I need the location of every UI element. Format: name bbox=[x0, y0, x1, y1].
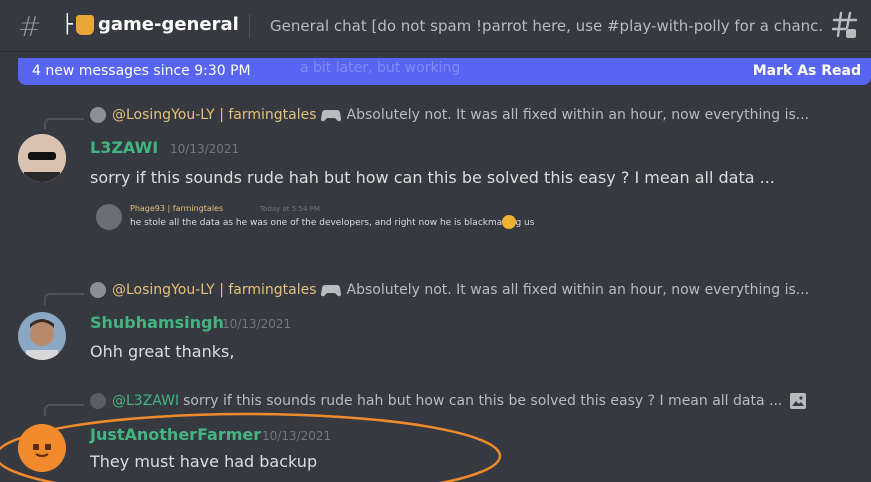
reply-author[interactable]: @LosingYou-LY | farmingtales bbox=[112, 282, 317, 298]
new-messages-text: 4 new messages since 9:30 PM bbox=[32, 63, 251, 79]
message-author[interactable]: L3ZAWI bbox=[90, 138, 158, 157]
message-text: They must have had backup bbox=[90, 452, 318, 471]
reply-reference[interactable]: @L3ZAWI sorry if this sounds rude hah bu… bbox=[90, 393, 807, 409]
embed-text: he stole all the data as he was one of t… bbox=[130, 218, 535, 228]
message-timestamp: 10/13/2021 bbox=[170, 142, 240, 156]
reply-author[interactable]: @L3ZAWI bbox=[112, 393, 179, 409]
beer-emoji-icon bbox=[76, 15, 94, 35]
emoji-icon bbox=[502, 215, 516, 229]
reply-spine bbox=[44, 118, 84, 130]
message-author[interactable]: Shubhamsingh bbox=[90, 313, 224, 332]
channel-name[interactable]: game-general bbox=[98, 14, 239, 35]
reply-spine bbox=[44, 293, 84, 305]
screenshot-attachment[interactable]: Phage93 | farmingtales Today at 5:54 PM … bbox=[90, 196, 550, 252]
reply-avatar bbox=[90, 107, 106, 123]
channel-topic[interactable]: General chat [do not spam !parrot here, … bbox=[270, 17, 822, 35]
embed-time: Today at 5:54 PM bbox=[260, 205, 320, 213]
avatar[interactable] bbox=[18, 312, 66, 360]
channel-header: # ├ game-general General chat [do not sp… bbox=[0, 0, 871, 52]
reply-avatar bbox=[90, 282, 106, 298]
embed-author: Phage93 | farmingtales bbox=[130, 204, 224, 213]
reply-spine bbox=[44, 404, 84, 416]
reply-text: sorry if this sounds rude hah but how ca… bbox=[183, 393, 783, 409]
avatar[interactable] bbox=[18, 134, 66, 182]
new-messages-banner[interactable]: 4 new messages since 9:30 PM a bit later… bbox=[18, 58, 871, 85]
message-author[interactable]: JustAnotherFarmer bbox=[90, 425, 261, 444]
reply-text: Absolutely not. It was all fixed within … bbox=[346, 107, 810, 123]
header-divider bbox=[249, 14, 250, 38]
threads-icon[interactable] bbox=[832, 10, 858, 40]
channel-prefix: ├ bbox=[62, 14, 73, 35]
underlying-message-text: a bit later, but working bbox=[300, 60, 461, 76]
channel-hash-icon: # bbox=[18, 10, 42, 43]
reply-avatar bbox=[90, 393, 106, 409]
embed-avatar bbox=[96, 204, 122, 230]
image-icon bbox=[790, 393, 807, 409]
highlight-ellipse bbox=[0, 412, 502, 482]
message-text: Ohh great thanks, bbox=[90, 342, 235, 361]
message-timestamp: 10/13/2021 bbox=[262, 429, 332, 443]
reply-reference[interactable]: @LosingYou-LY | farmingtales Absolutely … bbox=[90, 282, 809, 298]
message-timestamp: 10/13/2021 bbox=[222, 317, 292, 331]
avatar[interactable] bbox=[18, 424, 66, 472]
message-text: sorry if this sounds rude hah but how ca… bbox=[90, 168, 775, 187]
game-controller-icon bbox=[320, 285, 341, 297]
reply-text: Absolutely not. It was all fixed within … bbox=[346, 282, 810, 298]
game-controller-icon bbox=[320, 110, 341, 122]
mark-as-read-button[interactable]: Mark As Read bbox=[753, 63, 861, 79]
reply-reference[interactable]: @LosingYou-LY | farmingtales Absolutely … bbox=[90, 107, 809, 123]
reply-author[interactable]: @LosingYou-LY | farmingtales bbox=[112, 107, 317, 123]
